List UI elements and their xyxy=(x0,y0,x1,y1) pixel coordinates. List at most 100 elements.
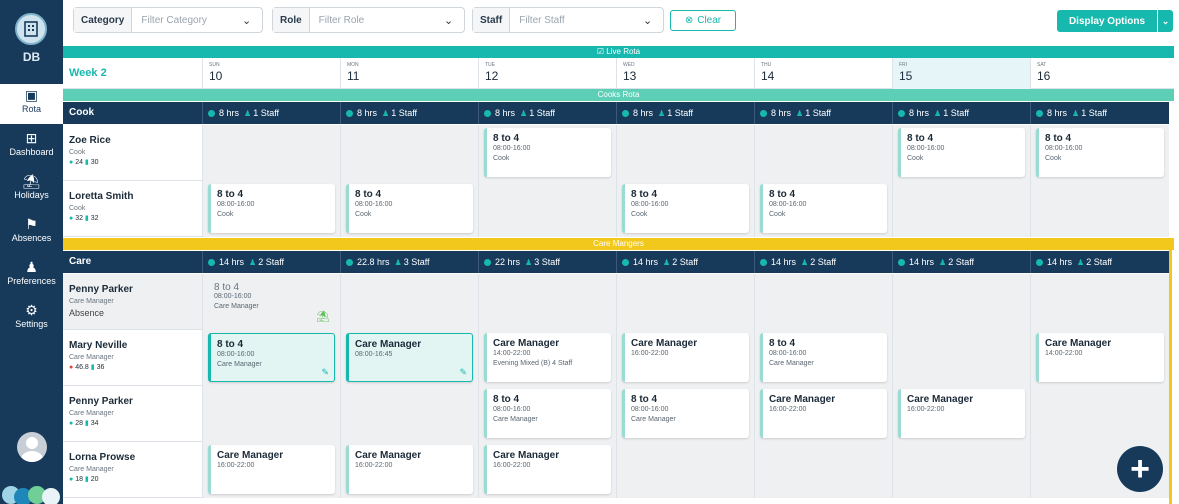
day-cell[interactable] xyxy=(892,330,1030,386)
shift-card[interactable]: 8 to 4 08:00-16:00 Care Manager xyxy=(484,389,611,438)
absence-label: Absence xyxy=(69,308,105,318)
shift-card[interactable]: 8 to 4 08:00-16:00 Cook xyxy=(346,184,473,233)
chevron-down-icon[interactable]: ⌄ xyxy=(444,14,464,27)
shift-card[interactable]: 8 to 4 08:00-16:00 Cook xyxy=(622,184,749,233)
day-column-header[interactable]: THU 14 xyxy=(754,58,892,89)
day-column-header[interactable]: SUN 10 xyxy=(202,58,340,89)
day-cell[interactable]: Care Manager 14:00-22:00 Evening Mixed (B)… xyxy=(478,330,616,386)
shift-card[interactable]: 8 to 4 08:00-16:00 Cook xyxy=(484,128,611,177)
shift-card[interactable]: Care Manager 14:00-22:00 Evening Mixed (B)… xyxy=(484,333,611,382)
shift-card[interactable]: 8 to 4 08:00-16:00 Care Manager xyxy=(622,389,749,438)
shift-card[interactable]: Care Manager 08:00-16:45 ✎ xyxy=(346,333,473,382)
shift-card[interactable]: 8 to 4 08:00-16:00 Cook xyxy=(760,184,887,233)
day-cell[interactable]: Care Manager 16:00-22:00 xyxy=(754,386,892,442)
day-summary: 22.8 hrs ♟ 3 Staff xyxy=(340,251,478,273)
day-cell[interactable] xyxy=(616,442,754,498)
day-cell[interactable] xyxy=(202,386,340,442)
sidebar-item-dashboard[interactable]: ⊞ Dashboard xyxy=(0,127,63,167)
day-cell[interactable]: 8 to 4 08:00-16:00 Cook xyxy=(754,181,892,237)
day-cell[interactable]: 8 to 4 08:00-16:00 Care Manager ✎ xyxy=(202,330,340,386)
day-cell[interactable]: 8 to 4 08:00-16:00 Cook xyxy=(478,125,616,181)
day-cell[interactable] xyxy=(892,442,1030,498)
day-cell[interactable]: Care Manager 14:00-22:00 xyxy=(1030,330,1169,386)
day-cell[interactable] xyxy=(340,125,478,181)
day-cell[interactable]: Care Manager 16:00-22:00 xyxy=(202,442,340,498)
shift-card[interactable]: Care Manager 16:00-22:00 xyxy=(346,445,473,494)
shift-card[interactable]: 8 to 4 08:00-16:00 Cook xyxy=(1036,128,1164,177)
day-cell[interactable]: 8 to 4 08:00-16:00 Cook xyxy=(892,125,1030,181)
day-cell[interactable]: 8 to 4 08:00-16:00 Cook xyxy=(616,181,754,237)
shift-card[interactable]: Care Manager 16:00-22:00 xyxy=(760,389,887,438)
pencil-icon[interactable]: ✎ xyxy=(459,367,467,378)
day-cell[interactable] xyxy=(754,125,892,181)
day-column-header[interactable]: TUE 12 xyxy=(478,58,616,89)
shift-card[interactable]: 8 to 4 08:00-16:00 Cook xyxy=(898,128,1025,177)
chevron-down-icon[interactable]: ⌄ xyxy=(643,14,663,27)
shift-card[interactable]: Care Manager 16:00-22:00 xyxy=(208,445,335,494)
sidebar-item-rota[interactable]: ▣ Rota xyxy=(0,84,63,124)
pencil-icon[interactable]: ✎ xyxy=(321,367,329,378)
clear-filters-button[interactable]: ⊗ Clear xyxy=(670,10,736,31)
sidebar-item-settings[interactable]: ⚙ Settings xyxy=(0,299,63,339)
day-cell[interactable]: 8 to 4 08:00-16:00 Care Manager xyxy=(616,386,754,442)
day-cell[interactable]: 8 to 4 08:00-16:00 Care Manager ⛱ xyxy=(202,274,340,330)
day-cell[interactable] xyxy=(340,386,478,442)
shift-role: Care Manager xyxy=(631,416,676,423)
day-cell[interactable] xyxy=(1030,181,1169,237)
day-cell[interactable] xyxy=(892,181,1030,237)
shift-card[interactable]: 8 to 4 08:00-16:00 Cook xyxy=(208,184,335,233)
chevron-down-icon[interactable]: ⌄ xyxy=(1157,10,1173,32)
day-cell[interactable] xyxy=(1030,274,1169,330)
day-column-header[interactable]: WED 13 xyxy=(616,58,754,89)
day-column-header[interactable]: SAT 16 xyxy=(1030,58,1169,89)
day-cell[interactable] xyxy=(202,125,340,181)
day-cell[interactable] xyxy=(754,442,892,498)
shift-card[interactable]: 8 to 4 08:00-16:00 Care Manager xyxy=(760,333,887,382)
day-cell[interactable] xyxy=(478,274,616,330)
day-cell[interactable]: 8 to 4 08:00-16:00 Care Manager xyxy=(754,330,892,386)
chevron-down-icon[interactable]: ⌄ xyxy=(242,14,262,27)
profile-avatar[interactable] xyxy=(17,432,47,462)
day-cell[interactable] xyxy=(616,125,754,181)
day-cell[interactable]: 8 to 4 08:00-16:00 Cook xyxy=(1030,125,1169,181)
shift-card[interactable]: Care Manager 16:00-22:00 xyxy=(898,389,1025,438)
staff-name[interactable]: Penny Parker xyxy=(69,396,203,407)
day-cell[interactable] xyxy=(1030,386,1169,442)
staff-name[interactable]: Mary Neville xyxy=(69,340,203,351)
day-cell[interactable]: 8 to 4 08:00-16:00 Care Manager xyxy=(478,386,616,442)
shift-card[interactable]: 8 to 4 08:00-16:00 Care Manager ✎ xyxy=(208,333,335,382)
day-cell[interactable]: 8 to 4 08:00-16:00 Cook xyxy=(202,181,340,237)
day-cell[interactable]: Care Manager 08:00-16:45 ✎ xyxy=(340,330,478,386)
clock-icon xyxy=(208,109,215,117)
day-cell[interactable] xyxy=(616,274,754,330)
day-cell[interactable]: Care Manager 16:00-22:00 xyxy=(340,442,478,498)
shift-card[interactable]: 8 to 4 08:00-16:00 Care Manager ⛱ xyxy=(208,277,335,326)
day-cell[interactable]: Care Manager 16:00-22:00 xyxy=(892,386,1030,442)
staff-name[interactable]: Penny Parker xyxy=(69,284,203,295)
staff-filter[interactable]: Staff Filter Staff ⌄ xyxy=(472,7,664,33)
staff-name[interactable]: Loretta Smith xyxy=(69,191,203,202)
add-shift-button[interactable]: + xyxy=(1117,446,1163,492)
category-filter[interactable]: Category Filter Category ⌄ xyxy=(73,7,263,33)
display-options-button[interactable]: Display Options ⌄ xyxy=(1057,10,1173,32)
day-cell[interactable] xyxy=(892,274,1030,330)
day-column-header[interactable]: MON 11 xyxy=(340,58,478,89)
sidebar-item-absences[interactable]: ⚑ Absences xyxy=(0,213,63,253)
day-cell[interactable] xyxy=(340,274,478,330)
shift-card[interactable]: Care Manager 16:00-22:00 xyxy=(622,333,749,382)
day-cell[interactable]: Care Manager 16:00-22:00 xyxy=(616,330,754,386)
day-cell[interactable]: Care Manager 16:00-22:00 xyxy=(478,442,616,498)
staff-name[interactable]: Lorna Prowse xyxy=(69,452,203,463)
day-column-header[interactable]: FRI 15 xyxy=(892,58,1030,89)
contract-icon: ▮ xyxy=(82,420,91,427)
role-filter[interactable]: Role Filter Role ⌄ xyxy=(272,7,465,33)
day-cell[interactable] xyxy=(754,274,892,330)
sidebar-item-holidays[interactable]: ⛱ Holidays xyxy=(0,170,63,210)
staff-name[interactable]: Zoe Rice xyxy=(69,135,203,146)
day-cell[interactable]: 8 to 4 08:00-16:00 Cook xyxy=(340,181,478,237)
shift-card[interactable]: Care Manager 16:00-22:00 xyxy=(484,445,611,494)
sidebar-item-preferences[interactable]: ♟ Preferences xyxy=(0,256,63,296)
category-filter-placeholder: Filter Category xyxy=(141,14,207,26)
shift-card[interactable]: Care Manager 14:00-22:00 xyxy=(1036,333,1164,382)
day-cell[interactable] xyxy=(478,181,616,237)
